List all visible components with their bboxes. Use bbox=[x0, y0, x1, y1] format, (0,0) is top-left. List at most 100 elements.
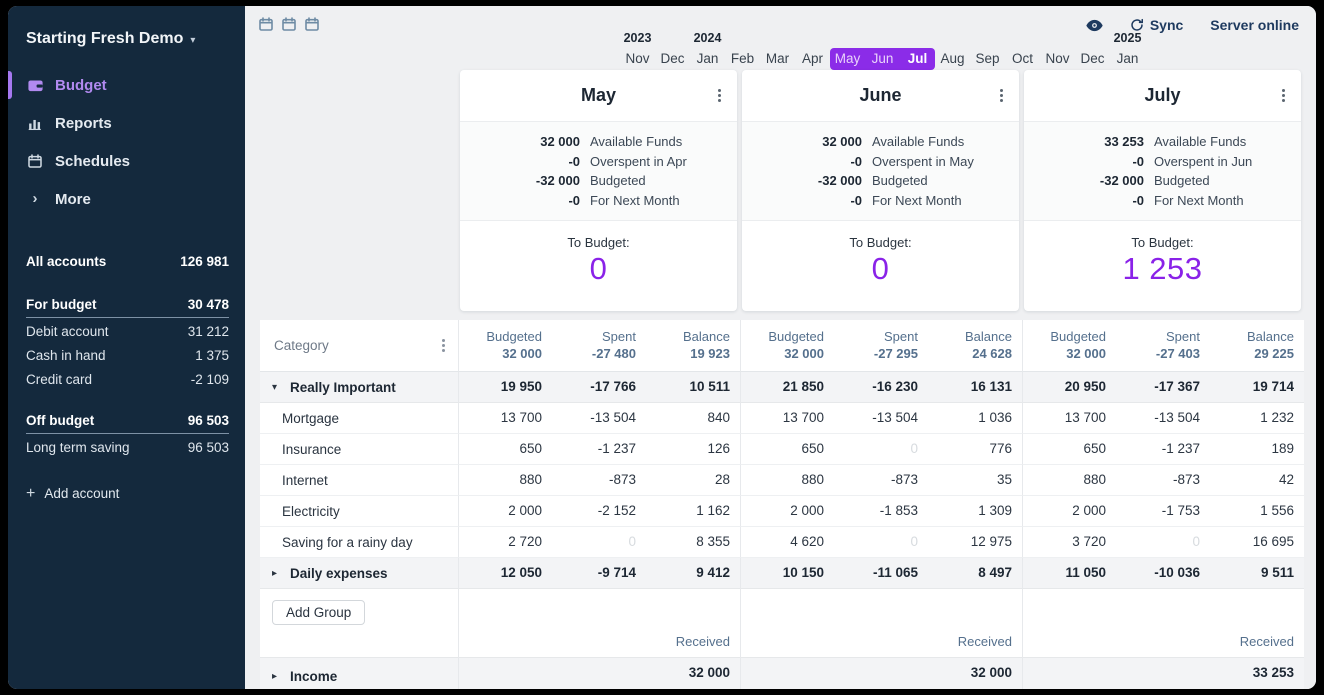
group-name[interactable]: Income bbox=[290, 669, 337, 684]
balance-cell-insurance-may[interactable]: 126 bbox=[646, 434, 740, 465]
month-nav-jan-14[interactable]: Jan bbox=[1110, 48, 1145, 70]
spent-cell-insurance-june[interactable]: 0 bbox=[834, 434, 928, 465]
budgeted-cell-saving-for-a-rainy-day-june[interactable]: 4 620 bbox=[740, 527, 834, 558]
balance-cell-saving-for-a-rainy-day-june[interactable]: 12 975 bbox=[928, 527, 1022, 558]
collapse-triangle-icon[interactable]: ▾ bbox=[272, 382, 282, 393]
budgeted-cell-really-important-june[interactable]: 21 850 bbox=[740, 372, 834, 403]
spent-cell-really-important-may[interactable]: -17 766 bbox=[552, 372, 646, 403]
budgeted-cell-internet-july[interactable]: 880 bbox=[1022, 465, 1116, 496]
spent-cell-mortgage-june[interactable]: -13 504 bbox=[834, 403, 928, 434]
category-row-saving-for-a-rainy-day[interactable]: Saving for a rainy day bbox=[260, 527, 458, 558]
budgeted-cell-really-important-july[interactable]: 20 950 bbox=[1022, 372, 1116, 403]
budgeted-cell-daily-expenses-may[interactable]: 12 050 bbox=[458, 558, 552, 589]
balance-cell-really-important-june[interactable]: 16 131 bbox=[928, 372, 1022, 403]
month-nav-dec-13[interactable]: Dec bbox=[1075, 48, 1110, 70]
expand-triangle-icon[interactable]: ▸ bbox=[272, 568, 282, 579]
group-name[interactable]: Really Important bbox=[290, 380, 396, 395]
category-row-insurance[interactable]: Insurance bbox=[260, 434, 458, 465]
budgeted-cell-electricity-june[interactable]: 2 000 bbox=[740, 496, 834, 527]
sidebar-item-more[interactable]: ›More bbox=[8, 180, 245, 218]
category-row-electricity[interactable]: Electricity bbox=[260, 496, 458, 527]
spent-cell-electricity-may[interactable]: -2 152 bbox=[552, 496, 646, 527]
spent-cell-mortgage-july[interactable]: -13 504 bbox=[1116, 403, 1210, 434]
budgeted-cell-electricity-may[interactable]: 2 000 bbox=[458, 496, 552, 527]
spent-cell-internet-may[interactable]: -873 bbox=[552, 465, 646, 496]
budgeted-cell-mortgage-may[interactable]: 13 700 bbox=[458, 403, 552, 434]
budgeted-cell-saving-for-a-rainy-day-may[interactable]: 2 720 bbox=[458, 527, 552, 558]
category-name[interactable]: Electricity bbox=[282, 504, 340, 519]
month-nav-nov-12[interactable]: Nov bbox=[1040, 48, 1075, 70]
balance-cell-electricity-june[interactable]: 1 309 bbox=[928, 496, 1022, 527]
spent-cell-internet-june[interactable]: -873 bbox=[834, 465, 928, 496]
month-nav-aug-9[interactable]: Aug bbox=[935, 48, 970, 70]
balance-cell-daily-expenses-june[interactable]: 8 497 bbox=[928, 558, 1022, 589]
spent-cell-mortgage-may[interactable]: -13 504 bbox=[552, 403, 646, 434]
sidebar-account-cash-in-hand[interactable]: Cash in hand1 375 bbox=[26, 348, 229, 372]
category-row-internet[interactable]: Internet bbox=[260, 465, 458, 496]
balance-cell-daily-expenses-july[interactable]: 9 511 bbox=[1210, 558, 1304, 589]
income-received-cell-may[interactable]: 32 000 bbox=[646, 658, 740, 689]
month-nav-sep-10[interactable]: Sep bbox=[970, 48, 1005, 70]
spent-cell-daily-expenses-july[interactable]: -10 036 bbox=[1116, 558, 1210, 589]
category-name[interactable]: Mortgage bbox=[282, 411, 339, 426]
budgeted-cell-electricity-july[interactable]: 2 000 bbox=[1022, 496, 1116, 527]
expand-triangle-icon[interactable]: ▸ bbox=[272, 671, 282, 682]
one-month-view-icon[interactable] bbox=[258, 16, 274, 32]
balance-cell-electricity-july[interactable]: 1 556 bbox=[1210, 496, 1304, 527]
spent-cell-really-important-july[interactable]: -17 367 bbox=[1116, 372, 1210, 403]
month-nav-nov-0[interactable]: Nov bbox=[620, 48, 655, 70]
balance-cell-saving-for-a-rainy-day-july[interactable]: 16 695 bbox=[1210, 527, 1304, 558]
sidebar-item-schedules[interactable]: Schedules bbox=[8, 142, 245, 180]
month-nav-dec-1[interactable]: Dec bbox=[655, 48, 690, 70]
sidebar-account-long-term-saving[interactable]: Long term saving96 503 bbox=[26, 440, 229, 464]
three-month-view-icon[interactable] bbox=[304, 16, 320, 32]
spent-cell-electricity-june[interactable]: -1 853 bbox=[834, 496, 928, 527]
income-received-cell-june[interactable]: 32 000 bbox=[928, 658, 1022, 689]
budgeted-cell-insurance-june[interactable]: 650 bbox=[740, 434, 834, 465]
spent-cell-daily-expenses-may[interactable]: -9 714 bbox=[552, 558, 646, 589]
balance-cell-really-important-july[interactable]: 19 714 bbox=[1210, 372, 1304, 403]
balance-cell-electricity-may[interactable]: 1 162 bbox=[646, 496, 740, 527]
to-budget-amount[interactable]: 0 bbox=[460, 250, 737, 287]
month-nav-jan-2[interactable]: Jan bbox=[690, 48, 725, 70]
income-received-cell-july[interactable]: 33 253 bbox=[1210, 658, 1304, 689]
spent-cell-electricity-july[interactable]: -1 753 bbox=[1116, 496, 1210, 527]
balance-cell-really-important-may[interactable]: 10 511 bbox=[646, 372, 740, 403]
budgeted-cell-internet-may[interactable]: 880 bbox=[458, 465, 552, 496]
server-status-button[interactable]: Server online bbox=[1210, 17, 1299, 33]
add-group-button[interactable]: Add Group bbox=[272, 600, 365, 625]
month-nav-may-6[interactable]: May bbox=[830, 48, 865, 70]
privacy-eye-button[interactable] bbox=[1086, 19, 1103, 32]
budgeted-cell-mortgage-july[interactable]: 13 700 bbox=[1022, 403, 1116, 434]
balance-cell-mortgage-june[interactable]: 1 036 bbox=[928, 403, 1022, 434]
group-name[interactable]: Daily expenses bbox=[290, 566, 388, 581]
spent-cell-saving-for-a-rainy-day-june[interactable]: 0 bbox=[834, 527, 928, 558]
month-nav-feb-3[interactable]: Feb bbox=[725, 48, 760, 70]
balance-cell-mortgage-may[interactable]: 840 bbox=[646, 403, 740, 434]
category-name[interactable]: Internet bbox=[282, 473, 328, 488]
spent-cell-saving-for-a-rainy-day-july[interactable]: 0 bbox=[1116, 527, 1210, 558]
sidebar-item-all-accounts[interactable]: All accounts 126 981 bbox=[26, 254, 229, 280]
group-row-income[interactable]: ▸ Income bbox=[260, 658, 458, 689]
balance-cell-insurance-july[interactable]: 189 bbox=[1210, 434, 1304, 465]
sidebar-account-debit-account[interactable]: Debit account31 212 bbox=[26, 324, 229, 348]
month-nav-jun-7[interactable]: Jun bbox=[865, 48, 900, 70]
budgeted-cell-daily-expenses-july[interactable]: 11 050 bbox=[1022, 558, 1116, 589]
month-nav-mar-4[interactable]: Mar bbox=[760, 48, 795, 70]
category-name[interactable]: Insurance bbox=[282, 442, 341, 457]
spent-cell-insurance-may[interactable]: -1 237 bbox=[552, 434, 646, 465]
sidebar-account-credit-card[interactable]: Credit card-2 109 bbox=[26, 372, 229, 396]
group-row-really-important[interactable]: ▾ Really Important bbox=[260, 372, 458, 403]
budgeted-cell-insurance-july[interactable]: 650 bbox=[1022, 434, 1116, 465]
group-row-daily-expenses[interactable]: ▸ Daily expenses bbox=[260, 558, 458, 589]
spent-cell-insurance-july[interactable]: -1 237 bbox=[1116, 434, 1210, 465]
budgeted-cell-saving-for-a-rainy-day-july[interactable]: 3 720 bbox=[1022, 527, 1116, 558]
spent-cell-daily-expenses-june[interactable]: -11 065 bbox=[834, 558, 928, 589]
balance-cell-mortgage-july[interactable]: 1 232 bbox=[1210, 403, 1304, 434]
month-nav-oct-11[interactable]: Oct bbox=[1005, 48, 1040, 70]
spent-cell-really-important-june[interactable]: -16 230 bbox=[834, 372, 928, 403]
category-name[interactable]: Saving for a rainy day bbox=[282, 535, 413, 550]
month-menu-kebab-icon[interactable] bbox=[718, 94, 721, 97]
month-nav-jul-8[interactable]: Jul bbox=[900, 48, 935, 70]
add-account-button[interactable]: + Add account bbox=[26, 486, 229, 501]
